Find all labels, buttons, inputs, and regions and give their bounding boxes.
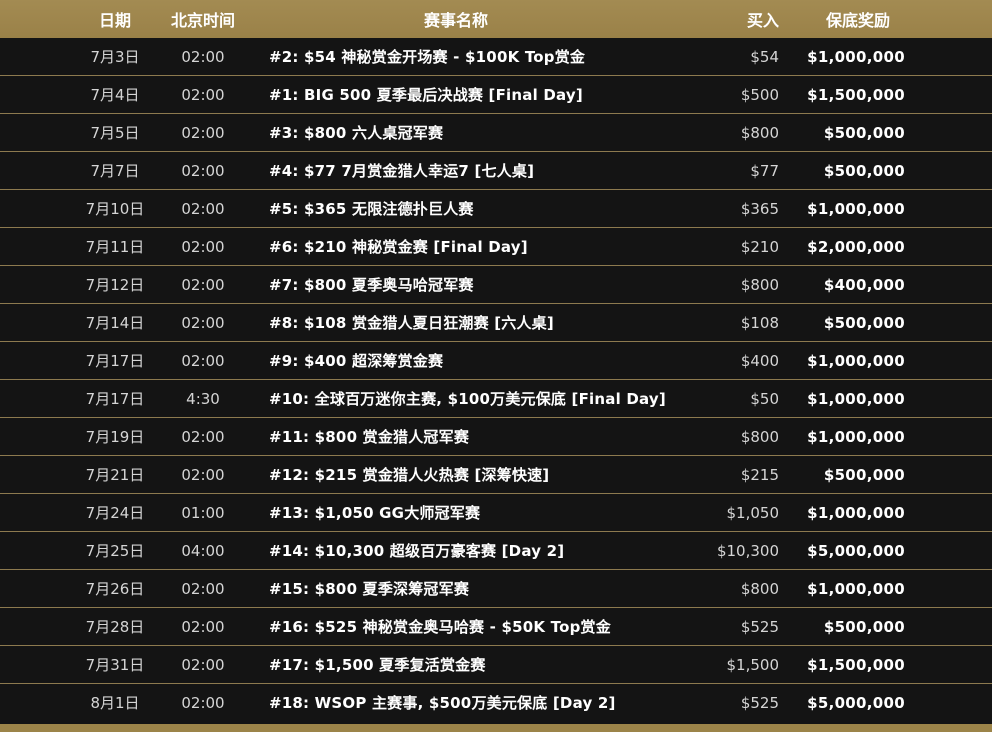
- table-row: 7月3日 02:00 #2: $54 神秘赏金开场赛 - $100K Top赏金…: [0, 38, 992, 76]
- row-time: 01:00: [181, 503, 225, 522]
- header-guarantee: 保底奖励: [825, 11, 890, 30]
- table-row: 7月17日 02:00 #9: $400 超深筹赏金赛 $400 $1,000,…: [0, 342, 992, 380]
- row-guarantee: $1,000,000: [807, 47, 905, 66]
- row-guarantee: $5,000,000: [807, 541, 905, 560]
- table-footer-bar: [0, 724, 992, 732]
- table-row: 7月28日 02:00 #16: $525 神秘赏金奥马哈赛 - $50K To…: [0, 608, 992, 646]
- table-row: 7月31日 02:00 #17: $1,500 夏季复活赏金赛 $1,500 $…: [0, 646, 992, 684]
- row-event-name: #3: $800 六人桌冠军赛: [269, 124, 444, 142]
- row-event-name: #16: $525 神秘赏金奥马哈赛 - $50K Top赏金: [269, 618, 611, 636]
- table-row: 7月26日 02:00 #15: $800 夏季深筹冠军赛 $800 $1,00…: [0, 570, 992, 608]
- row-time: 04:00: [181, 541, 225, 560]
- row-time: 4:30: [186, 389, 220, 408]
- row-event-name: #7: $800 夏季奥马哈冠军赛: [269, 276, 474, 294]
- row-guarantee: $1,500,000: [807, 655, 905, 674]
- table-row: 7月11日 02:00 #6: $210 神秘赏金赛 [Final Day] $…: [0, 228, 992, 266]
- row-event-name: #13: $1,050 GG大师冠军赛: [269, 504, 481, 522]
- row-guarantee: $1,000,000: [807, 199, 905, 218]
- row-time: 02:00: [181, 199, 225, 218]
- table-body: 7月3日 02:00 #2: $54 神秘赏金开场赛 - $100K Top赏金…: [0, 38, 992, 721]
- table-row: 7月10日 02:00 #5: $365 无限注德扑巨人赛 $365 $1,00…: [0, 190, 992, 228]
- row-guarantee: $1,000,000: [807, 389, 905, 408]
- row-time: 02:00: [181, 655, 225, 674]
- row-event-name: #1: BIG 500 夏季最后决战赛 [Final Day]: [269, 86, 583, 104]
- row-buyin: $400: [740, 351, 779, 370]
- row-buyin: $1,050: [726, 503, 780, 522]
- row-time: 02:00: [181, 237, 225, 256]
- row-guarantee: $1,000,000: [807, 503, 905, 522]
- row-buyin: $215: [740, 465, 779, 484]
- row-event-name: #15: $800 夏季深筹冠军赛: [269, 580, 470, 598]
- tournament-schedule-table: 日期 北京时间 赛事名称 买入 保底奖励 7月3日 02:00 #2: $54 …: [0, 0, 992, 732]
- table-row: 7月7日 02:00 #4: $77 7月赏金猎人幸运7 [七人桌] $77 $…: [0, 152, 992, 190]
- row-event-name: #6: $210 神秘赏金赛 [Final Day]: [269, 238, 528, 256]
- row-guarantee: $400,000: [823, 275, 905, 294]
- row-event-name: #10: 全球百万迷你主赛, $100万美元保底 [Final Day]: [269, 390, 666, 408]
- row-guarantee: $500,000: [823, 123, 905, 142]
- row-buyin: $1,500: [726, 655, 780, 674]
- row-time: 02:00: [181, 275, 225, 294]
- row-guarantee: $5,000,000: [807, 693, 905, 712]
- row-buyin: $525: [740, 693, 779, 712]
- table-row: 7月21日 02:00 #12: $215 赏金猎人火热赛 [深筹快速] $21…: [0, 456, 992, 494]
- row-event-name: #4: $77 7月赏金猎人幸运7 [七人桌]: [269, 162, 535, 180]
- row-event-name: #8: $108 赏金猎人夏日狂潮赛 [六人桌]: [269, 314, 554, 332]
- row-guarantee: $2,000,000: [807, 237, 905, 256]
- row-buyin: $108: [740, 313, 779, 332]
- row-guarantee: $1,000,000: [807, 351, 905, 370]
- table-header-row: 日期 北京时间 赛事名称 买入 保底奖励: [0, 0, 992, 38]
- row-buyin: $54: [750, 47, 779, 66]
- row-event-name: #9: $400 超深筹赏金赛: [269, 352, 444, 370]
- row-time: 02:00: [181, 47, 225, 66]
- row-event-name: #17: $1,500 夏季复活赏金赛: [269, 656, 486, 674]
- table-row: 7月5日 02:00 #3: $800 六人桌冠军赛 $800 $500,000: [0, 114, 992, 152]
- row-event-name: #18: WSOP 主赛事, $500万美元保底 [Day 2]: [269, 694, 616, 712]
- row-guarantee: $500,000: [823, 617, 905, 636]
- row-time: 02:00: [181, 579, 225, 598]
- row-time: 02:00: [181, 85, 225, 104]
- table-row: 7月12日 02:00 #7: $800 夏季奥马哈冠军赛 $800 $400,…: [0, 266, 992, 304]
- table-row: 7月14日 02:00 #8: $108 赏金猎人夏日狂潮赛 [六人桌] $10…: [0, 304, 992, 342]
- header-buyin: 买入: [746, 11, 779, 30]
- row-buyin: $50: [750, 389, 779, 408]
- row-time: 02:00: [181, 693, 225, 712]
- row-buyin: $800: [740, 275, 779, 294]
- row-guarantee: $1,000,000: [807, 579, 905, 598]
- row-time: 02:00: [181, 427, 225, 446]
- row-buyin: $365: [740, 199, 779, 218]
- row-time: 02:00: [181, 351, 225, 370]
- row-buyin: $210: [740, 237, 779, 256]
- row-buyin: $800: [740, 123, 779, 142]
- table-row: 7月19日 02:00 #11: $800 赏金猎人冠军赛 $800 $1,00…: [0, 418, 992, 456]
- row-guarantee: $500,000: [823, 161, 905, 180]
- row-buyin: $800: [740, 427, 779, 446]
- row-guarantee: $500,000: [823, 313, 905, 332]
- row-buyin: $525: [740, 617, 779, 636]
- row-time: 02:00: [181, 313, 225, 332]
- row-buyin: $10,300: [716, 541, 779, 560]
- table-row: 7月25日 04:00 #14: $10,300 超级百万豪客赛 [Day 2]…: [0, 532, 992, 570]
- row-event-name: #14: $10,300 超级百万豪客赛 [Day 2]: [269, 542, 565, 560]
- header-beijing-time: 北京时间: [170, 11, 235, 30]
- row-time: 02:00: [181, 161, 225, 180]
- row-buyin: $500: [740, 85, 779, 104]
- row-time: 02:00: [181, 465, 225, 484]
- row-buyin: $77: [750, 161, 779, 180]
- row-event-name: #2: $54 神秘赏金开场赛 - $100K Top赏金: [269, 48, 586, 66]
- table-row: 8月1日 02:00 #18: WSOP 主赛事, $500万美元保底 [Day…: [0, 684, 992, 721]
- row-time: 02:00: [181, 123, 225, 142]
- row-guarantee: $1,000,000: [807, 427, 905, 446]
- header-event-name: 赛事名称: [423, 11, 488, 30]
- row-event-name: #12: $215 赏金猎人火热赛 [深筹快速]: [269, 466, 550, 484]
- row-guarantee: $500,000: [823, 465, 905, 484]
- table-row: 7月17日 4:30 #10: 全球百万迷你主赛, $100万美元保底 [Fin…: [0, 380, 992, 418]
- row-guarantee: $1,500,000: [807, 85, 905, 104]
- table-row: 7月24日 01:00 #13: $1,050 GG大师冠军赛 $1,050 $…: [0, 494, 992, 532]
- row-buyin: $800: [740, 579, 779, 598]
- row-event-name: #5: $365 无限注德扑巨人赛: [269, 200, 474, 218]
- row-event-name: #11: $800 赏金猎人冠军赛: [269, 428, 470, 446]
- row-time: 02:00: [181, 617, 225, 636]
- table-row: 7月4日 02:00 #1: BIG 500 夏季最后决战赛 [Final Da…: [0, 76, 992, 114]
